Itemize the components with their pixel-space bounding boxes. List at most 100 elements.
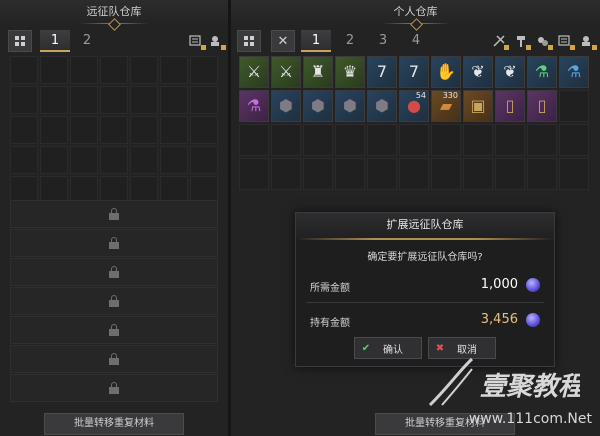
storage-slot[interactable]: ♛ [335, 56, 365, 88]
storage-slot[interactable]: ❦ [463, 56, 493, 88]
storage-slot[interactable] [10, 146, 38, 174]
storage-slot[interactable] [10, 86, 38, 114]
storage-slot[interactable] [40, 146, 68, 174]
gems-icon[interactable] [533, 32, 553, 50]
storage-slot[interactable]: ● 54 [399, 90, 429, 122]
storage-slot[interactable] [399, 158, 429, 190]
storage-slot[interactable]: ✋ [431, 56, 461, 88]
storage-slot[interactable]: ♜ [303, 56, 333, 88]
deposit-icon[interactable] [206, 32, 226, 50]
storage-slot[interactable] [335, 124, 365, 156]
storage-slot[interactable] [190, 56, 218, 84]
storage-slot[interactable] [190, 116, 218, 144]
storage-slot[interactable] [160, 86, 188, 114]
locked-row[interactable] [10, 316, 218, 344]
storage-slot[interactable] [70, 56, 98, 84]
storage-slot[interactable]: ⚗ [559, 56, 589, 88]
storage-slot[interactable] [239, 158, 269, 190]
storage-slot[interactable] [40, 116, 68, 144]
locked-row[interactable] [10, 200, 218, 228]
storage-slot[interactable] [70, 116, 98, 144]
locked-row[interactable] [10, 229, 218, 257]
storage-slot[interactable] [495, 158, 525, 190]
dialog-title: 扩展远征队仓库 [296, 213, 554, 239]
storage-slot[interactable] [190, 146, 218, 174]
tab-personal-1[interactable]: 1 [301, 30, 331, 52]
storage-slot[interactable] [559, 158, 589, 190]
locked-row[interactable] [10, 287, 218, 315]
storage-slot[interactable]: ▰ 330 [431, 90, 461, 122]
locked-row[interactable] [10, 374, 218, 402]
tab-expedition-2[interactable]: 2 [72, 30, 102, 52]
storage-slot[interactable]: ⬢ [335, 90, 365, 122]
storage-slot[interactable] [10, 116, 38, 144]
storage-slot[interactable] [239, 124, 269, 156]
storage-slot[interactable] [160, 116, 188, 144]
storage-slot[interactable] [100, 56, 128, 84]
storage-slot[interactable]: ⬢ [303, 90, 333, 122]
storage-slot[interactable] [367, 158, 397, 190]
storage-slot[interactable] [100, 146, 128, 174]
storage-slot[interactable]: ▯ [527, 90, 557, 122]
storage-slot[interactable] [130, 86, 158, 114]
tab-expedition-1[interactable]: 1 [40, 30, 70, 52]
storage-slot[interactable]: 7 [399, 56, 429, 88]
storage-slot[interactable]: ⚔ [239, 56, 269, 88]
storage-slot[interactable] [463, 158, 493, 190]
storage-slot[interactable] [160, 56, 188, 84]
storage-slot[interactable] [303, 158, 333, 190]
expedition-storage-tabbar: 1 2 [0, 28, 228, 54]
storage-slot[interactable]: 7 [367, 56, 397, 88]
storage-slot[interactable] [303, 124, 333, 156]
storage-slot[interactable] [130, 116, 158, 144]
storage-slot[interactable] [367, 124, 397, 156]
storage-slot[interactable] [100, 86, 128, 114]
storage-slot[interactable] [130, 146, 158, 174]
personal-storage-title: 个人仓库 [393, 5, 438, 18]
storage-slot[interactable] [40, 86, 68, 114]
storage-slot[interactable] [130, 56, 158, 84]
confirm-button[interactable]: ✔ 确认 [354, 337, 422, 359]
storage-slot[interactable] [463, 124, 493, 156]
deposit-icon[interactable] [577, 32, 597, 50]
storage-slot[interactable] [10, 56, 38, 84]
grid-view-button[interactable] [237, 30, 261, 52]
storage-slot[interactable] [40, 56, 68, 84]
storage-slot[interactable]: ⚔ [271, 56, 301, 88]
tab-personal-3[interactable]: 3 [368, 30, 398, 52]
locked-row[interactable] [10, 258, 218, 286]
storage-slot[interactable] [495, 124, 525, 156]
storage-slot[interactable] [190, 86, 218, 114]
batch-transfer-button-left[interactable]: 批量转移重复材料 [44, 413, 184, 435]
storage-slot[interactable] [431, 124, 461, 156]
storage-slot[interactable] [70, 86, 98, 114]
hammer-icon[interactable] [511, 32, 531, 50]
storage-slot[interactable]: ⬢ [271, 90, 301, 122]
storage-slot[interactable] [431, 158, 461, 190]
storage-slot[interactable] [559, 90, 589, 122]
tab-personal-2[interactable]: 2 [335, 30, 365, 52]
storage-slot[interactable] [70, 146, 98, 174]
storage-slot[interactable] [160, 146, 188, 174]
storage-slot[interactable]: ❦ [495, 56, 525, 88]
storage-slot[interactable]: ⚗ [239, 90, 269, 122]
storage-slot[interactable] [399, 124, 429, 156]
storage-slot[interactable]: ▯ [495, 90, 525, 122]
tab-personal-4[interactable]: 4 [401, 30, 431, 52]
grid-view-button[interactable] [8, 30, 32, 52]
storage-slot[interactable] [559, 124, 589, 156]
storage-slot[interactable]: ⬢ [367, 90, 397, 122]
locked-row[interactable] [10, 345, 218, 373]
sort-icon[interactable] [186, 32, 206, 50]
storage-slot[interactable]: ▣ [463, 90, 493, 122]
storage-slot[interactable] [335, 158, 365, 190]
storage-slot[interactable]: ⚗ [527, 56, 557, 88]
storage-slot[interactable] [271, 124, 301, 156]
disassemble-icon[interactable] [489, 32, 509, 50]
storage-slot[interactable] [100, 116, 128, 144]
storage-slot[interactable] [271, 158, 301, 190]
storage-slot[interactable] [527, 158, 557, 190]
swords-filter-button[interactable]: ✕ [271, 30, 295, 52]
storage-slot[interactable] [527, 124, 557, 156]
sort-icon[interactable] [555, 32, 575, 50]
